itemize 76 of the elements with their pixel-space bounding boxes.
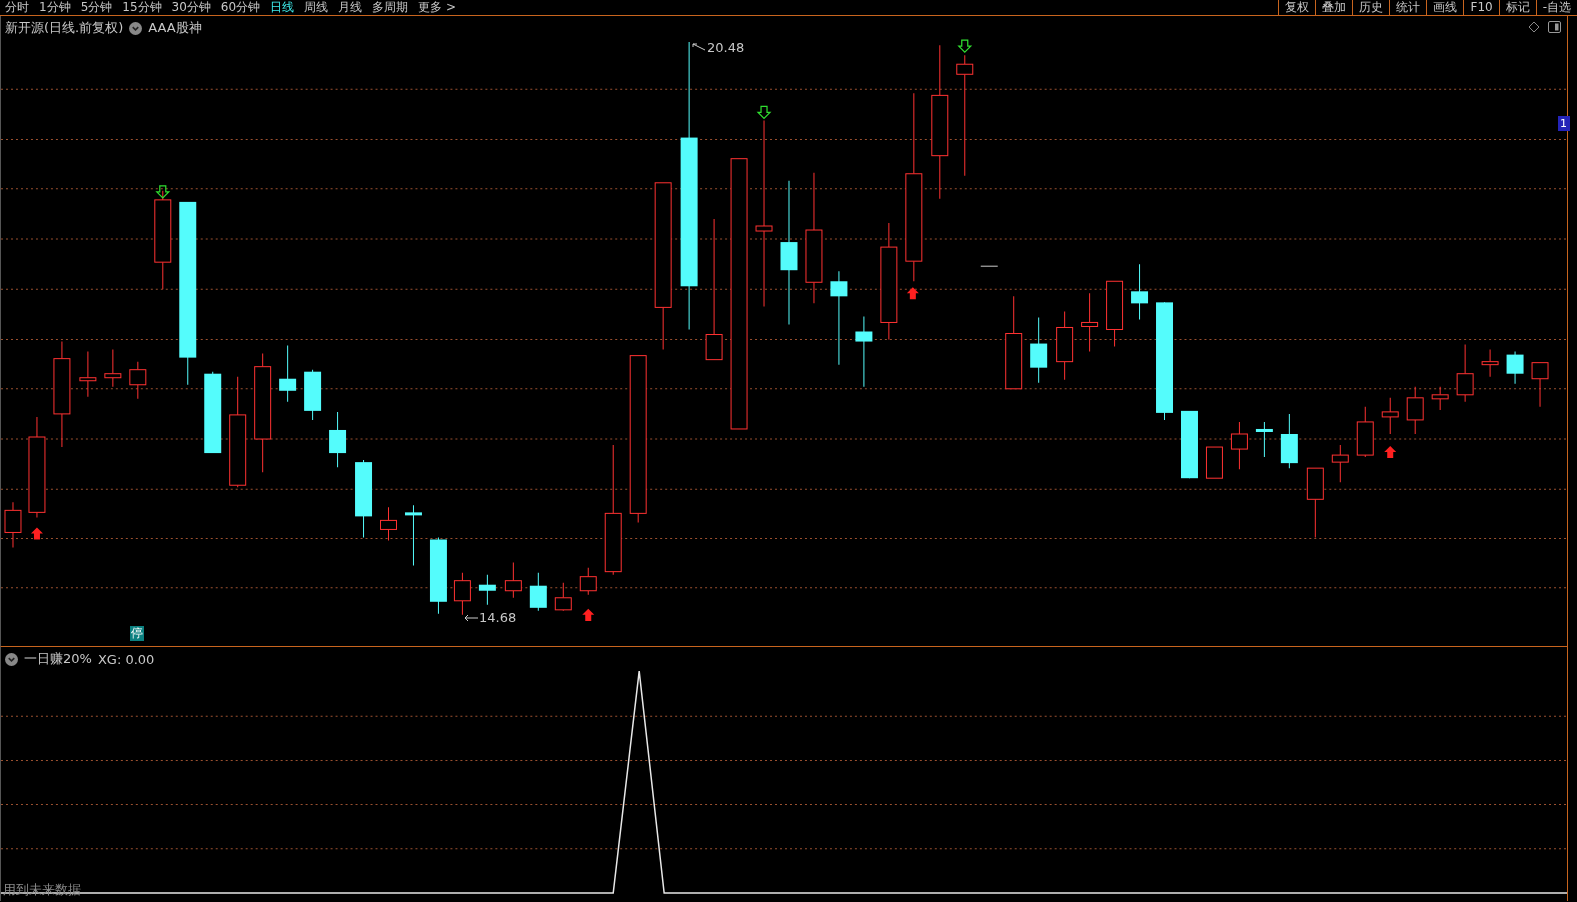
candlestick bbox=[1431, 386, 1449, 411]
candlestick bbox=[1381, 397, 1399, 435]
pointer-arrow-icon bbox=[464, 613, 478, 622]
candlestick bbox=[529, 572, 547, 612]
price-tag: 1 bbox=[1558, 116, 1570, 131]
candlestick bbox=[1331, 444, 1349, 483]
pointer-arrow-icon bbox=[692, 42, 706, 53]
up-arrow-icon bbox=[1384, 446, 1397, 459]
period-tab[interactable]: 多周期 bbox=[367, 0, 414, 15]
candlestick bbox=[79, 351, 97, 398]
period-tab[interactable]: 月线 bbox=[333, 0, 368, 15]
toolbar-button[interactable]: 叠加 bbox=[1315, 0, 1353, 15]
candlestick bbox=[1230, 421, 1248, 470]
panel-toggle-icon[interactable] bbox=[1548, 21, 1561, 33]
candlestick bbox=[1506, 351, 1524, 385]
chevron-down-icon[interactable] bbox=[129, 21, 143, 35]
candlestick bbox=[579, 567, 597, 596]
up-arrow-icon bbox=[906, 287, 919, 300]
candlestick bbox=[1456, 344, 1474, 403]
chart-title: 新开源(日线.前复权) bbox=[5, 19, 124, 37]
toolbar-button[interactable]: 画线 bbox=[1426, 0, 1464, 15]
candlestick bbox=[380, 506, 397, 541]
high-price-label: 20.48 bbox=[707, 40, 745, 55]
period-tab[interactable]: 周线 bbox=[299, 0, 334, 15]
indicator-name: 一日赚20% bbox=[24, 650, 92, 668]
candlestick bbox=[304, 369, 322, 421]
candlestick bbox=[504, 562, 522, 599]
diamond-icon[interactable] bbox=[1528, 21, 1540, 33]
candlestick bbox=[1280, 413, 1298, 469]
candlestick bbox=[1531, 362, 1549, 408]
candlestick bbox=[554, 582, 572, 612]
candlestick bbox=[329, 411, 347, 468]
up-arrow-icon bbox=[30, 527, 43, 540]
candlestick bbox=[1081, 292, 1099, 353]
candlestick bbox=[1056, 310, 1074, 381]
candlestick bbox=[1106, 280, 1124, 348]
suspended-dash bbox=[980, 265, 999, 267]
toolbar-button[interactable]: 标记 bbox=[1498, 0, 1536, 15]
candlestick bbox=[453, 572, 471, 616]
candlestick bbox=[129, 361, 147, 400]
toolbar-button[interactable]: F10 bbox=[1463, 0, 1499, 15]
indicator-name: AAA股神 bbox=[148, 19, 202, 37]
candlestick bbox=[1131, 263, 1149, 320]
candlestick bbox=[405, 504, 422, 567]
period-tab[interactable]: 1分钟 bbox=[34, 0, 76, 15]
up-arrow-icon bbox=[582, 608, 595, 621]
candlestick bbox=[1306, 467, 1324, 538]
toolbar-button[interactable]: 历史 bbox=[1352, 0, 1390, 15]
candlestick bbox=[1406, 386, 1424, 435]
candlestick bbox=[1030, 316, 1048, 384]
period-tab[interactable]: 日线 bbox=[265, 0, 300, 15]
toolbar-button[interactable]: 复权 bbox=[1278, 0, 1316, 15]
candlestick bbox=[1255, 421, 1273, 458]
indicator-reading: XG: 0.00 bbox=[97, 651, 155, 667]
candlestick bbox=[478, 574, 496, 606]
down-arrow-icon bbox=[756, 105, 772, 120]
toolbar-button[interactable]: 统计 bbox=[1389, 0, 1427, 15]
down-arrow-icon bbox=[957, 39, 973, 54]
toolbar-button[interactable]: -自选 bbox=[1535, 0, 1577, 15]
candlestick bbox=[279, 345, 297, 403]
period-tab[interactable]: 更多 > bbox=[413, 0, 461, 15]
period-tab[interactable]: 分时 bbox=[0, 0, 34, 15]
candlestick bbox=[104, 349, 122, 388]
candlestick bbox=[4, 501, 22, 549]
period-tab[interactable]: 60分钟 bbox=[215, 0, 266, 15]
period-tab[interactable]: 15分钟 bbox=[117, 0, 167, 15]
period-tab[interactable]: 30分钟 bbox=[166, 0, 216, 15]
candlestick bbox=[1181, 410, 1198, 479]
down-arrow-icon bbox=[155, 185, 171, 199]
chevron-down-icon[interactable] bbox=[5, 652, 18, 666]
period-tab[interactable]: 5分钟 bbox=[75, 0, 118, 15]
suspended-badge: 停 bbox=[130, 626, 144, 641]
candlestick bbox=[1481, 349, 1499, 378]
low-price-label: 14.68 bbox=[479, 610, 517, 625]
candlestick bbox=[1205, 446, 1223, 479]
candlestick bbox=[1356, 406, 1374, 458]
